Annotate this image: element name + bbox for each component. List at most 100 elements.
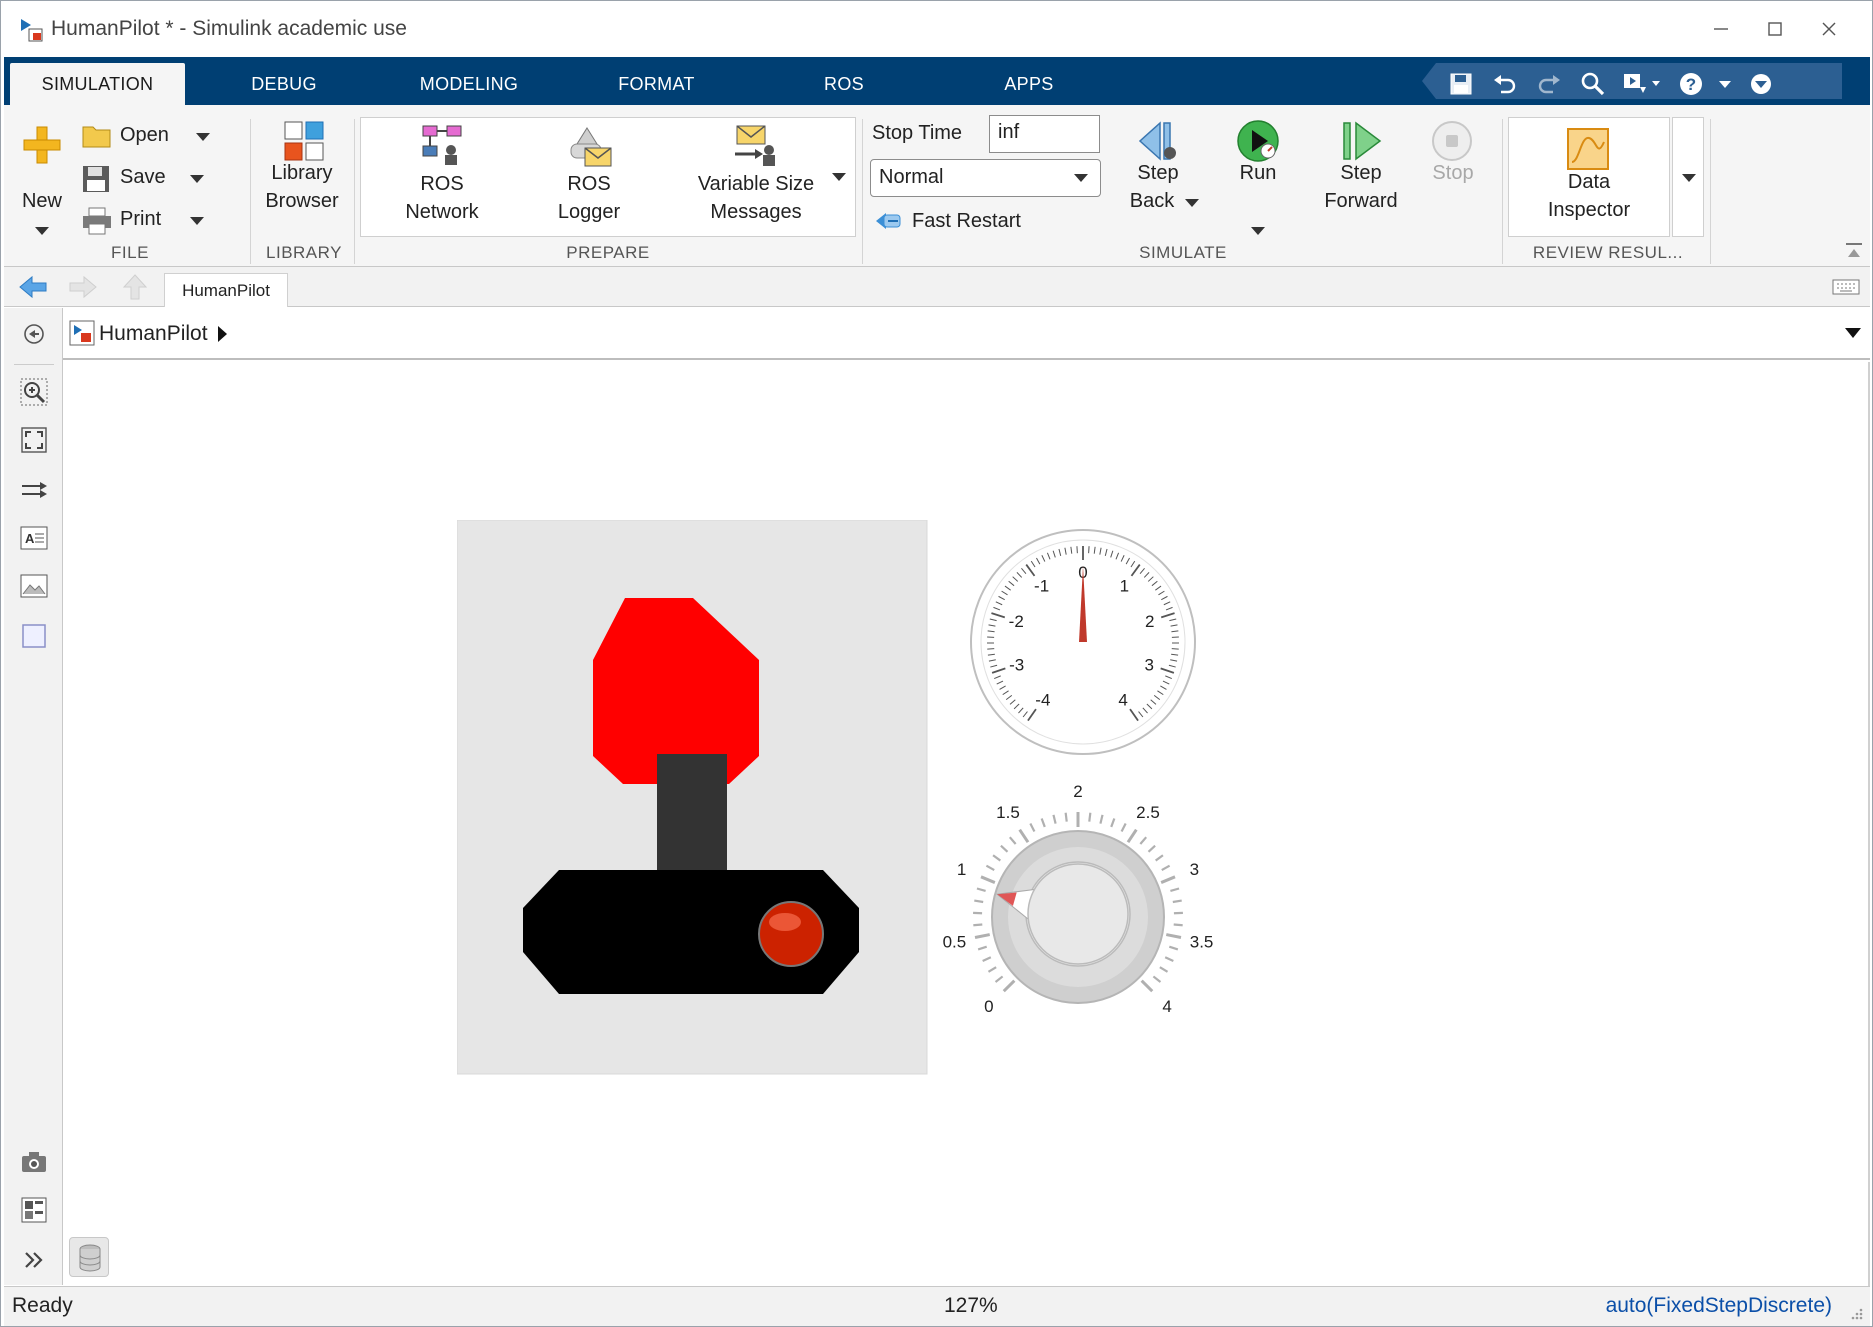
joystick-block[interactable] <box>457 520 929 1076</box>
gauge-tick-label: 4 <box>1118 690 1127 709</box>
knob-tick <box>1029 822 1036 832</box>
library-browser-button[interactable]: Library Browser <box>258 119 346 239</box>
tab-ros[interactable]: ROS <box>794 63 894 105</box>
simulink-app-icon <box>21 19 43 42</box>
knob-tick-label: 4 <box>1162 997 1171 1016</box>
save-icon[interactable] <box>1448 71 1474 97</box>
annotation-icon[interactable]: A <box>20 524 48 552</box>
status-solver-link[interactable]: auto(FixedStepDiscrete) <box>1606 1294 1832 1318</box>
ribbon: New Open Save Print FILE Library Browser… <box>4 105 1870 267</box>
stop-button[interactable]: Stop <box>1416 119 1490 239</box>
tab-debug[interactable]: DEBUG <box>224 63 344 105</box>
resize-grip-icon[interactable] <box>1848 1305 1864 1321</box>
prepare-gallery-expand-icon[interactable] <box>832 173 846 181</box>
knob-tick <box>1159 966 1169 973</box>
new-button[interactable]: New <box>12 119 72 239</box>
run-button[interactable]: Run <box>1214 119 1302 239</box>
breadcrumb-model[interactable]: HumanPilot <box>99 322 208 346</box>
knob-tick <box>982 956 992 962</box>
print-button[interactable]: Print <box>78 203 218 239</box>
redo-icon[interactable] <box>1536 71 1562 97</box>
step-back-button[interactable]: Step Back <box>1114 119 1202 239</box>
new-icon <box>23 126 61 164</box>
variable-size-messages-button[interactable]: Variable Size Messages <box>671 120 841 234</box>
model-tab-humanpilot[interactable]: HumanPilot <box>164 273 288 307</box>
save-label: Save <box>120 166 166 188</box>
data-inspector-button[interactable]: Data Inspector <box>1508 117 1670 237</box>
expand-icon[interactable] <box>1748 71 1774 97</box>
ribbon-tab-strip: SIMULATION DEBUG MODELING FORMAT ROS APP… <box>4 57 1870 105</box>
search-icon[interactable] <box>1580 71 1606 97</box>
run-dropdown-icon[interactable] <box>1251 227 1265 235</box>
step-back-dropdown-icon[interactable] <box>1185 199 1199 207</box>
tab-modeling[interactable]: MODELING <box>404 63 534 105</box>
ros-network-label-2: Network <box>405 201 479 223</box>
knob-tick <box>1000 844 1009 853</box>
knob-tick <box>1139 836 1148 845</box>
help-icon[interactable]: ? <box>1678 71 1704 97</box>
file-section-title: FILE <box>111 243 149 262</box>
ros-logger-label-1: ROS <box>567 173 611 195</box>
ros-logger-button[interactable]: ROS Logger <box>529 120 649 234</box>
knob-block[interactable]: 0 0.5 1 1.5 2 2.5 3 3.5 4 <box>933 772 1223 1062</box>
knob-tick <box>1161 864 1171 872</box>
fast-restart-icon <box>876 213 901 229</box>
knob-tick-label: 1 <box>957 860 966 879</box>
section-divider <box>354 119 355 264</box>
ros-network-icon <box>422 125 462 165</box>
hide-model-browser-icon[interactable] <box>20 320 48 348</box>
model-canvas[interactable]: -4-3-2-101234 00.511.522.533.54 <box>63 362 1870 1286</box>
help-dropdown-icon[interactable] <box>1712 71 1738 97</box>
back-arrow-icon[interactable] <box>18 275 48 299</box>
ros-network-button[interactable]: ROS Network <box>381 120 503 234</box>
knob-tick <box>1147 844 1156 853</box>
zoom-area-icon[interactable] <box>20 378 48 406</box>
fit-to-view-icon[interactable] <box>20 426 48 454</box>
property-inspector-icon[interactable] <box>20 1196 48 1224</box>
knob-cap[interactable] <box>1027 863 1129 965</box>
model-data-button[interactable] <box>69 1237 109 1277</box>
gauge-block[interactable]: -4-3-2-101234 <box>963 522 1203 762</box>
signal-line-icon[interactable] <box>20 476 48 504</box>
data-inspector-icon <box>1567 128 1609 170</box>
print-dropdown-icon[interactable] <box>190 217 204 225</box>
undo-icon[interactable] <box>1492 71 1518 97</box>
image-icon[interactable] <box>20 572 48 600</box>
tab-simulation[interactable]: SIMULATION <box>10 63 185 105</box>
collapse-ribbon-icon[interactable] <box>1844 241 1864 261</box>
camera-icon[interactable] <box>20 1148 48 1176</box>
fast-restart-button[interactable]: Fast Restart <box>870 203 1070 239</box>
keyboard-icon[interactable] <box>1832 279 1860 295</box>
address-dropdown-icon[interactable] <box>1843 326 1863 340</box>
open-dropdown-icon[interactable] <box>196 133 210 141</box>
step-forward-button[interactable]: Step Forward <box>1316 119 1406 239</box>
gauge-tick-label: -2 <box>1009 612 1024 631</box>
maximize-icon[interactable] <box>1748 11 1802 47</box>
area-icon[interactable] <box>20 622 48 650</box>
knob-tick <box>1064 812 1068 822</box>
step-forward-icon <box>1343 121 1382 161</box>
tab-format[interactable]: FORMAT <box>594 63 719 105</box>
gauge-tick <box>987 648 995 650</box>
knob-tick <box>1165 933 1182 939</box>
review-gallery-expand[interactable] <box>1672 117 1704 237</box>
expand-palette-icon[interactable] <box>20 1246 48 1274</box>
open-button[interactable]: Open <box>78 119 218 155</box>
open-quickaccess-icon[interactable] <box>1622 71 1662 97</box>
printer-icon <box>83 207 111 235</box>
save-button[interactable]: Save <box>78 161 218 197</box>
breadcrumb-arrow-icon[interactable] <box>215 324 229 344</box>
new-dropdown-icon[interactable] <box>35 227 49 235</box>
tab-apps[interactable]: APPS <box>974 63 1084 105</box>
forward-arrow-icon[interactable] <box>68 275 98 299</box>
save-dropdown-icon[interactable] <box>190 175 204 183</box>
close-icon[interactable] <box>1802 11 1856 47</box>
section-divider <box>1502 119 1503 264</box>
minimize-icon[interactable] <box>1694 11 1748 47</box>
simulation-mode-select[interactable]: Normal <box>870 159 1101 197</box>
knob-tick-label: 0 <box>984 997 993 1016</box>
knob-tick-label: 2.5 <box>1136 803 1160 822</box>
stop-time-input[interactable]: inf <box>989 115 1100 153</box>
knob-tick <box>974 899 984 904</box>
up-arrow-icon[interactable] <box>122 273 148 301</box>
